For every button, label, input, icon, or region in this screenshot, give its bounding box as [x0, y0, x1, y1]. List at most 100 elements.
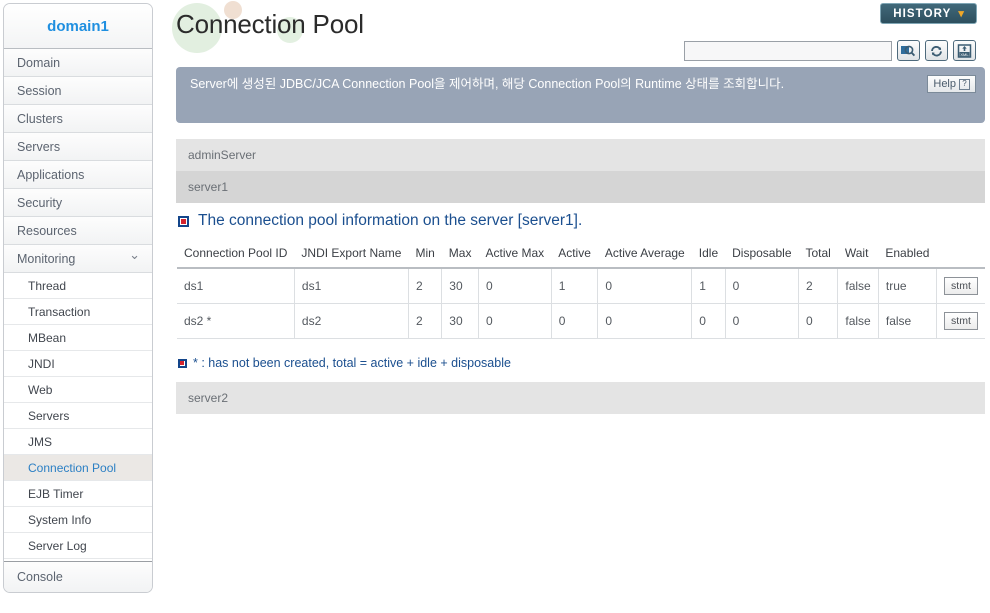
sidebar-item-security[interactable]: Security [4, 189, 152, 217]
description-text: Server에 생성된 JDBC/JCA Connection Pool을 제어… [190, 77, 785, 91]
col-max: Max [441, 240, 479, 269]
cell-active-max: 0 [478, 268, 552, 304]
col-enabled: Enabled [878, 240, 937, 269]
search-icon [901, 45, 916, 56]
question-mark-icon: ? [959, 78, 970, 90]
domain-title: domain1 [4, 4, 152, 49]
cell-pool-id: ds2 * [177, 303, 295, 339]
sidebar-item-system-info[interactable]: System Info [4, 507, 152, 533]
sidebar: domain1 Domain Session Clusters Servers Appl… [3, 3, 153, 593]
col-total: Total [798, 240, 838, 269]
sidebar-item-thread[interactable]: Thread [4, 273, 152, 299]
sidebar-top-nav: Domain Session Clusters Servers Applications… [4, 49, 152, 273]
search-input[interactable] [684, 40, 892, 61]
sidebar-item-mbean[interactable]: MBean [4, 325, 152, 351]
cell-jndi: ds2 [294, 303, 409, 339]
cell-active-average: 0 [597, 268, 693, 304]
xml-export-icon-button[interactable]: XML [953, 40, 976, 61]
table-header-row: Connection Pool ID JNDI Export Name Min … [177, 240, 985, 269]
cell-wait: false [837, 303, 879, 339]
refresh-icon-button[interactable] [925, 40, 948, 61]
col-active-average: Active Average [597, 240, 692, 269]
toolbar: XML [684, 40, 976, 61]
table-footnote: * : has not been created, total = active… [178, 356, 511, 370]
cell-max: 30 [441, 268, 479, 304]
search-icon-button[interactable] [897, 40, 920, 61]
page-root: domain1 Domain Session Clusters Servers Appl… [0, 0, 990, 613]
sidebar-item-ejb-timer[interactable]: EJB Timer [4, 481, 152, 507]
col-wait: Wait [837, 240, 879, 269]
cell-enabled: false [878, 303, 937, 339]
sidebar-item-applications[interactable]: Applications [4, 161, 152, 189]
chevron-down-icon: ▾ [958, 8, 965, 20]
cell-total: 2 [798, 268, 839, 304]
sidebar-item-servers[interactable]: Servers [4, 403, 152, 429]
connection-pool-table: Connection Pool ID JNDI Export Name Min … [177, 240, 985, 339]
server-row-server2[interactable]: server2 [176, 382, 985, 414]
server-row-server1[interactable]: server1 [176, 171, 985, 203]
col-jndi-export-name: JNDI Export Name [294, 240, 409, 269]
cell-enabled: true [878, 268, 937, 304]
xml-export-icon: XML [957, 43, 972, 58]
col-active: Active [551, 240, 598, 269]
description-banner: Server에 생성된 JDBC/JCA Connection Pool을 제어… [176, 67, 985, 123]
cell-jndi: ds1 [294, 268, 409, 304]
cell-idle: 1 [691, 268, 726, 304]
footnote-marker-icon [178, 358, 187, 368]
cell-active: 1 [551, 268, 599, 304]
history-button-label: HISTORY [893, 7, 952, 20]
cell-disposable: 0 [725, 268, 800, 304]
sidebar-item-servers[interactable]: Servers [4, 133, 152, 161]
svg-text:XML: XML [960, 52, 969, 57]
sidebar-item-jms[interactable]: JMS [4, 429, 152, 455]
cell-idle: 0 [691, 303, 726, 339]
sidebar-item-session[interactable]: Session [4, 77, 152, 105]
table-body: ds1 ds1 2 30 0 1 0 1 0 2 false true stmt ds2 * ds2 2 30 0… [177, 268, 985, 339]
section-marker-icon [178, 215, 189, 227]
sidebar-item-domain[interactable]: Domain [4, 49, 152, 77]
sidebar-item-console[interactable]: Console [4, 562, 152, 592]
col-disposable: Disposable [725, 240, 799, 269]
cell-disposable: 0 [725, 303, 800, 339]
table-row: ds2 * ds2 2 30 0 0 0 0 0 0 false false stmt [177, 303, 985, 339]
section-heading-text: The connection pool information on the s… [198, 212, 583, 229]
sidebar-item-server-log[interactable]: Server Log [4, 533, 152, 559]
cell-active-max: 0 [478, 303, 552, 339]
help-label: Help [933, 78, 956, 90]
cell-min: 2 [408, 303, 443, 339]
cell-active-average: 0 [597, 303, 693, 339]
sidebar-item-web[interactable]: Web [4, 377, 152, 403]
sidebar-item-transaction[interactable]: Transaction [4, 299, 152, 325]
sidebar-item-jndi[interactable]: JNDI [4, 351, 152, 377]
stmt-button[interactable]: stmt [944, 312, 978, 330]
col-idle: Idle [691, 240, 726, 269]
stmt-button[interactable]: stmt [944, 277, 978, 295]
cell-actions: stmt [936, 268, 985, 304]
server-row-adminserver[interactable]: adminServer [176, 139, 985, 171]
table-row: ds1 ds1 2 30 0 1 0 1 0 2 false true stmt [177, 268, 985, 304]
main-content: Connection Pool HISTORY ▾ XML Server에 생성… [160, 0, 990, 613]
sidebar-item-connection-pool[interactable]: Connection Pool [4, 455, 152, 481]
cell-active: 0 [551, 303, 599, 339]
sidebar-submenu: Thread Transaction MBean JNDI Web Servers JMS C… [4, 273, 152, 562]
section-heading: The connection pool information on the s… [178, 212, 582, 230]
cell-wait: false [837, 268, 879, 304]
cell-min: 2 [408, 268, 443, 304]
sidebar-item-clusters[interactable]: Clusters [4, 105, 152, 133]
sidebar-bottom-nav: Console [4, 562, 152, 592]
cell-max: 30 [441, 303, 479, 339]
col-connection-pool-id: Connection Pool ID [177, 240, 295, 269]
sidebar-item-monitoring[interactable]: Monitoring [4, 241, 152, 273]
help-button[interactable]: Help ? [927, 75, 976, 93]
cell-pool-id: ds1 [177, 268, 295, 304]
history-button[interactable]: HISTORY ▾ [880, 3, 977, 24]
cell-actions: stmt [936, 303, 985, 339]
table-header: Connection Pool ID JNDI Export Name Min … [177, 240, 985, 269]
col-active-max: Active Max [478, 240, 552, 269]
refresh-icon [931, 45, 942, 56]
col-actions [936, 240, 985, 269]
page-title: Connection Pool [176, 9, 364, 39]
cell-total: 0 [798, 303, 839, 339]
col-min: Min [408, 240, 442, 269]
footnote-text: * : has not been created, total = active… [193, 356, 511, 370]
